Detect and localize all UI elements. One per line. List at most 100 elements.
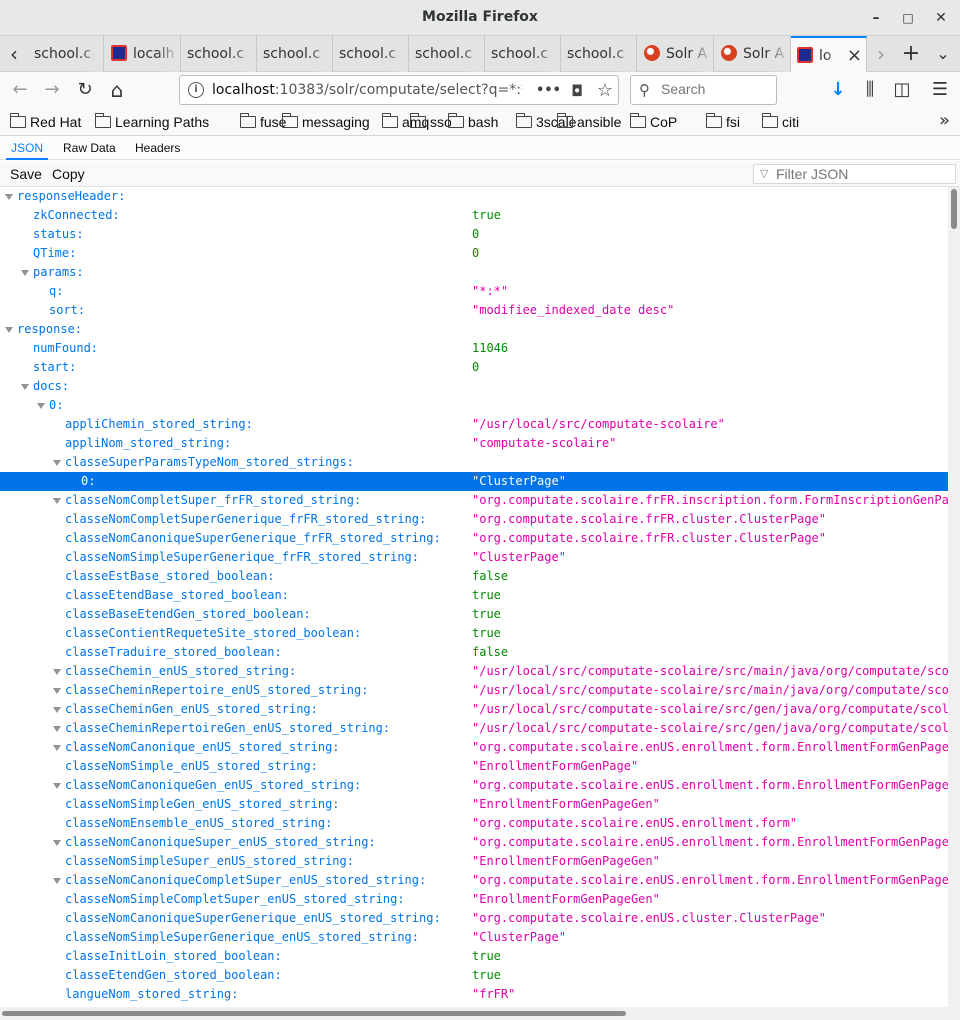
horizontal-scroll-thumb[interactable] [2, 1011, 626, 1016]
tab-scroll-left-icon[interactable]: ‹ [0, 36, 28, 72]
site-info-icon[interactable]: i [188, 82, 204, 98]
bookmark-item[interactable]: sso [409, 112, 452, 132]
minimize-icon[interactable]: – [866, 8, 886, 28]
maximize-icon[interactable]: □ [898, 8, 918, 28]
search-bar[interactable]: ⚲ [630, 75, 777, 105]
expand-toggle-icon[interactable] [53, 783, 61, 789]
json-tree-row[interactable]: classeCheminRepertoireGen_enUS_stored_st… [0, 719, 948, 738]
bookmark-star-icon[interactable]: ☆ [594, 80, 616, 102]
expand-toggle-icon[interactable] [53, 707, 61, 713]
tab[interactable]: localh [105, 36, 181, 72]
json-tree-row[interactable]: q: "*:*" [0, 282, 948, 301]
tab[interactable]: school.c [561, 36, 637, 72]
tab[interactable]: lo× [791, 36, 867, 73]
json-tree-row[interactable]: docs: [0, 377, 948, 396]
json-tree-row[interactable]: appliChemin_stored_string: "/usr/local/sr… [0, 415, 948, 434]
tab-json[interactable]: JSON [6, 137, 49, 160]
json-tree-row[interactable]: 0: "ClusterPage" [0, 472, 948, 491]
json-tree-row[interactable]: sort: "modifiee_indexed_date desc" [0, 301, 948, 320]
copy-button[interactable]: Copy [49, 165, 88, 183]
bookmark-item[interactable]: fsi [705, 112, 740, 132]
tab[interactable]: school.c [409, 36, 485, 72]
horizontal-scrollbar[interactable] [0, 1007, 960, 1020]
json-tree-row[interactable]: classeNomCanoniqueSuperGenerique_frFR_st… [0, 529, 948, 548]
tab-headers[interactable]: Headers [135, 137, 180, 160]
tab[interactable]: Solr A [638, 36, 714, 72]
tab[interactable]: school.c [333, 36, 409, 72]
json-tree-row[interactable]: classeTraduire_stored_boolean: false [0, 643, 948, 662]
search-input[interactable] [661, 81, 771, 97]
json-tree-row[interactable]: responseHeader: [0, 187, 948, 206]
json-tree-row[interactable]: classeNomCanoniqueCompletSuper_enUS_stor… [0, 871, 948, 890]
json-tree-row[interactable]: classeEtendBase_stored_boolean: true [0, 586, 948, 605]
back-icon[interactable]: ← [6, 76, 34, 104]
expand-toggle-icon[interactable] [53, 669, 61, 675]
json-tree-row[interactable]: start: 0 [0, 358, 948, 377]
filter-json-box[interactable]: ▽ [753, 164, 956, 184]
bookmark-item[interactable]: citi [761, 112, 799, 132]
close-tab-icon[interactable]: × [847, 38, 862, 73]
expand-toggle-icon[interactable] [53, 745, 61, 751]
bookmarks-overflow-icon[interactable]: » [939, 110, 950, 131]
json-tree-row[interactable]: classeNomSimpleSuperGenerique_frFR_store… [0, 548, 948, 567]
json-tree-row[interactable]: params: [0, 263, 948, 282]
filter-json-input[interactable] [776, 166, 951, 182]
json-tree-row[interactable]: classeSuperParamsTypeNom_stored_strings: [0, 453, 948, 472]
json-tree-row[interactable]: classeEstBase_stored_boolean: false [0, 567, 948, 586]
list-all-tabs-icon[interactable]: ⌄ [929, 36, 957, 72]
json-tree-row[interactable]: classeNomCanonique_enUS_stored_string: "o… [0, 738, 948, 757]
home-icon[interactable]: ⌂ [103, 76, 131, 104]
bookmark-item[interactable]: ansible [556, 112, 621, 132]
forward-icon[interactable]: → [38, 76, 66, 104]
expand-toggle-icon[interactable] [5, 194, 13, 200]
tab[interactable]: school.c [257, 36, 333, 72]
expand-toggle-icon[interactable] [37, 403, 45, 409]
expand-toggle-icon[interactable] [53, 726, 61, 732]
json-tree-row[interactable]: status: 0 [0, 225, 948, 244]
json-tree-row[interactable]: classeNomSimple_enUS_stored_string: "Enro… [0, 757, 948, 776]
json-tree-row[interactable]: classeCheminRepertoire_enUS_stored_strin… [0, 681, 948, 700]
vertical-scrollbar[interactable] [948, 187, 960, 1007]
tab[interactable]: Solr A [715, 36, 791, 72]
json-tree-row[interactable]: classeNomCanoniqueSuper_enUS_stored_stri… [0, 833, 948, 852]
close-window-icon[interactable]: ✕ [931, 8, 951, 28]
json-tree-row[interactable]: appliNom_stored_string: "computate-scolai… [0, 434, 948, 453]
expand-toggle-icon[interactable] [5, 327, 13, 333]
json-tree-row[interactable]: classeNomSimpleSuper_enUS_stored_string:… [0, 852, 948, 871]
save-button[interactable]: Save [7, 165, 45, 183]
bookmark-item[interactable]: fuse [239, 112, 286, 132]
json-tree-row[interactable]: langueNom_stored_string: "frFR" [0, 985, 948, 1004]
json-tree-row[interactable]: classeNomSimpleCompletSuper_enUS_stored_… [0, 890, 948, 909]
reload-icon[interactable]: ↻ [71, 76, 99, 104]
json-tree-row[interactable]: classeNomEnsemble_enUS_stored_string: "or… [0, 814, 948, 833]
url-bar[interactable]: i localhost:10383/solr/computate/select?… [179, 75, 619, 105]
tab-raw-data[interactable]: Raw Data [63, 137, 116, 160]
json-tree-row[interactable]: 0: [0, 396, 948, 415]
vertical-scroll-thumb[interactable] [951, 189, 957, 229]
json-tree-row[interactable]: classeNomSimpleGen_enUS_stored_string: "E… [0, 795, 948, 814]
json-tree-row[interactable]: classeInitLoin_stored_boolean: true [0, 947, 948, 966]
library-icon[interactable]: ⫼ [856, 76, 884, 104]
json-tree-row[interactable]: classeNomCompletSuper_frFR_stored_string… [0, 491, 948, 510]
bookmark-item[interactable]: CoP [629, 112, 677, 132]
expand-toggle-icon[interactable] [53, 840, 61, 846]
json-tree-row[interactable]: classeNomCompletSuperGenerique_frFR_stor… [0, 510, 948, 529]
bookmark-item[interactable]: bash [447, 112, 498, 132]
json-tree-row[interactable]: classeBaseEtendGen_stored_boolean: true [0, 605, 948, 624]
tab[interactable]: school.c [28, 36, 104, 72]
json-tree-row[interactable]: classeEtendGen_stored_boolean: true [0, 966, 948, 985]
bookmark-item[interactable]: Red Hat [9, 112, 81, 132]
json-tree-row[interactable]: QTime: 0 [0, 244, 948, 263]
json-tree-row[interactable]: response: [0, 320, 948, 339]
bookmark-item[interactable]: Learning Paths [94, 112, 209, 132]
json-tree-row[interactable]: classeChemin_enUS_stored_string: "/usr/lo… [0, 662, 948, 681]
tab[interactable]: school.c [485, 36, 561, 72]
new-tab-icon[interactable]: + [897, 36, 925, 72]
expand-toggle-icon[interactable] [53, 460, 61, 466]
expand-toggle-icon[interactable] [21, 384, 29, 390]
tab-scroll-right-icon[interactable]: › [867, 36, 895, 72]
tab[interactable]: school.c [181, 36, 257, 72]
download-icon[interactable]: ↓ [824, 76, 852, 104]
url-text[interactable]: localhost:10383/solr/computate/select?q=… [212, 82, 522, 98]
json-tree-row[interactable]: classeNomCanoniqueSuperGenerique_enUS_st… [0, 909, 948, 928]
